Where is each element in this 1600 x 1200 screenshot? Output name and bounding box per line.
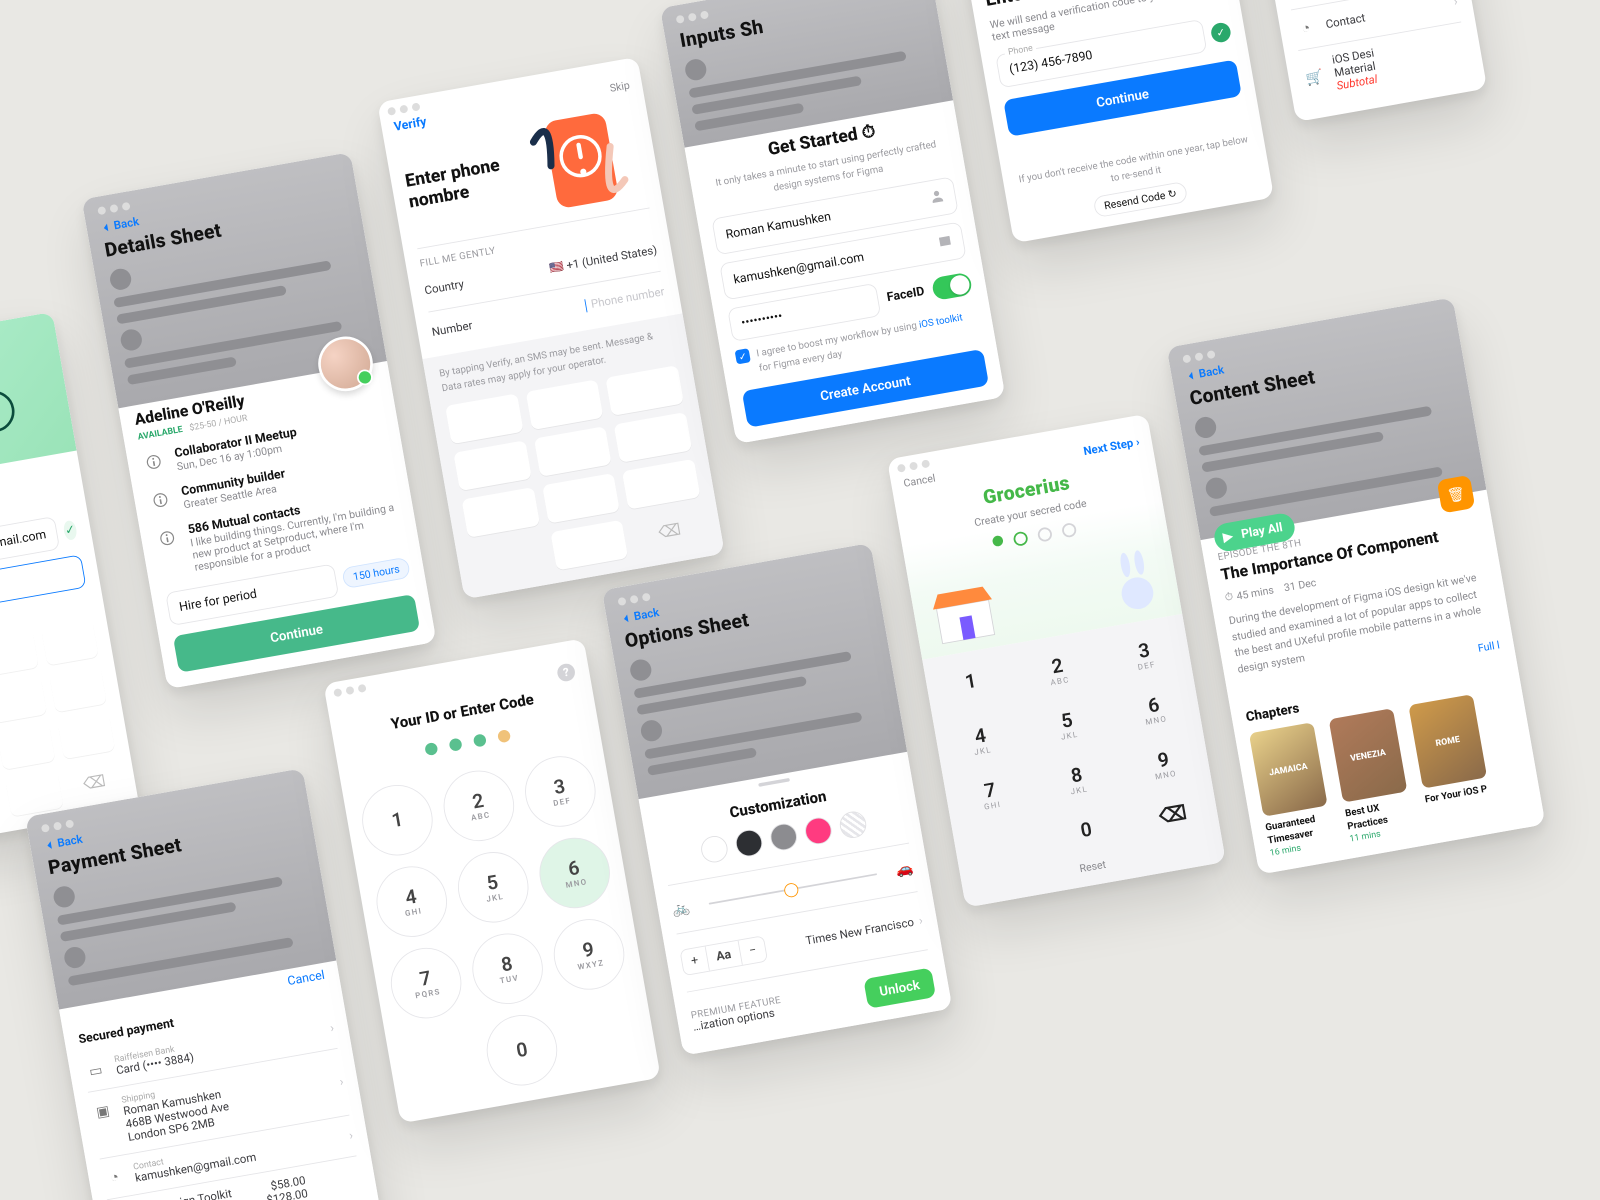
keypad-key[interactable]: [41, 619, 99, 666]
faceid-label: FaceID: [886, 284, 926, 304]
play-icon: ▶: [1222, 529, 1234, 545]
country-label: Country: [424, 278, 465, 298]
numpad-key[interactable]: 0: [481, 1009, 563, 1091]
back-button[interactable]: Back: [100, 215, 140, 235]
numpad-key[interactable]: 7PQRS: [385, 942, 467, 1024]
verify-link[interactable]: Verify: [393, 115, 428, 135]
keypad-key[interactable]: [0, 723, 55, 770]
chevron-left-icon: [620, 613, 631, 624]
shop-illustration: [922, 566, 1012, 649]
chapter-card[interactable]: JAMAICA Guaranteed Timesaver 16 mins: [1249, 721, 1342, 858]
hours-badge: 150 hours: [342, 557, 411, 589]
chevron-left-icon: [44, 840, 55, 851]
getstarted-card: Inputs Sh Get Started ⏱ It only takes a …: [660, 0, 1006, 444]
user-icon: ◔: [101, 1164, 128, 1191]
keypad-key[interactable]: [462, 487, 540, 538]
keypad-key[interactable]: [534, 426, 612, 477]
number-input[interactable]: Phone number: [584, 285, 666, 312]
mail-icon: [937, 233, 954, 253]
numpad-key[interactable]: 4GHI: [371, 861, 453, 943]
keypad-key[interactable]: [614, 412, 692, 463]
secured-card: Secured payment ▭Raiffeisen Bank› ▣Shipp…: [1255, 0, 1487, 122]
phone-valid-icon: ✓: [1210, 21, 1232, 43]
card-icon: ▭: [82, 1057, 109, 1084]
delete-button[interactable]: 🗑: [1437, 475, 1476, 514]
idcode-card: ? Your ID or Enter Code 12ABC3DEF4GHI5JK…: [323, 638, 660, 1123]
bike-illustration: [0, 345, 33, 453]
country-value[interactable]: 🇺🇸 +1 (United States): [549, 244, 658, 276]
payment-card: Back Payment Sheet Cancel Secured paymen…: [25, 768, 383, 1200]
bike-icon: 🚲: [671, 899, 691, 919]
details-card: Back Details Sheet Adeline O'Reilly AVAI…: [82, 152, 437, 689]
numpad-key[interactable]: 5JKL: [452, 847, 534, 929]
user-icon: [929, 188, 946, 208]
keypad-key[interactable]: [542, 473, 620, 524]
grocerius-card: Cancel Next Step › Grocerius Create your…: [887, 414, 1226, 908]
keypad-key[interactable]: [453, 440, 531, 491]
keypad-key[interactable]: [57, 712, 115, 759]
back-button[interactable]: Back: [620, 606, 660, 626]
back-button[interactable]: Back: [43, 833, 83, 853]
font-value[interactable]: Times New Francisco: [805, 916, 915, 948]
poster-label: JAMAICA: [1268, 762, 1308, 778]
back-button[interactable]: Back: [1185, 364, 1225, 384]
trash-icon: 🗑: [1446, 484, 1467, 504]
keypad-key[interactable]: [622, 459, 700, 510]
numpad-key[interactable]: 8TUV: [467, 928, 549, 1010]
faceid-toggle[interactable]: [931, 272, 973, 301]
chapter-card[interactable]: VENEZIA Best UX Practices 11 mins: [1329, 707, 1422, 844]
poster-label: VENEZIA: [1350, 748, 1387, 764]
phone-illustration: [511, 96, 659, 223]
skip-link[interactable]: Skip: [609, 79, 631, 96]
content-card: Back Content Sheet ▶ Play All 🗑 EPISODE …: [1167, 297, 1546, 874]
agree-link[interactable]: iOS toolkit: [918, 312, 963, 331]
grabber-icon[interactable]: [758, 778, 790, 787]
numpad-key[interactable]: 2ABC: [438, 765, 520, 847]
numpad-key[interactable]: 6MNO: [534, 832, 616, 914]
chapter-card[interactable]: ROME For Your iOS P: [1408, 693, 1501, 830]
email-valid-icon: ✓: [63, 520, 78, 541]
box-icon: ▣: [1285, 0, 1312, 1]
box-icon: ▣: [90, 1097, 117, 1124]
cancel-link[interactable]: Cancel: [903, 472, 937, 491]
cart-icon: 🛒: [1301, 64, 1328, 91]
agree-checkbox[interactable]: ✓: [735, 348, 751, 364]
car-icon: 🚗: [895, 859, 915, 879]
keypad-key[interactable]: [49, 665, 107, 712]
numpad-key[interactable]: 9WXYZ: [548, 914, 630, 996]
clock-icon: ⏱: [1224, 590, 1234, 604]
chevron-left-icon: [100, 222, 111, 233]
full-link[interactable]: Full l: [1477, 639, 1501, 655]
date: 31 Dec: [1283, 576, 1317, 594]
poster-label: ROME: [1435, 735, 1461, 749]
verify-card: Verify Skip Enter phone nombre: [377, 57, 725, 599]
number-label: Number: [431, 319, 474, 339]
backspace-icon[interactable]: ⌫: [65, 759, 123, 806]
backspace-icon[interactable]: ⌫: [630, 506, 708, 557]
verify-title: Enter phone nombre: [403, 152, 515, 212]
options-card: Back Options Sheet Customization 🚲: [602, 543, 953, 1056]
duration: ⏱45 mins: [1224, 583, 1275, 605]
info-icon: [140, 449, 167, 476]
keypad-key[interactable]: [606, 365, 684, 416]
unlock-button[interactable]: Unlock: [863, 967, 936, 1008]
keypad-key[interactable]: [525, 379, 603, 430]
slider-thumb[interactable]: [783, 882, 799, 898]
keypad-key[interactable]: [550, 520, 628, 571]
numpad-key[interactable]: 1: [357, 779, 439, 861]
bunny-illustration: [1103, 538, 1167, 616]
entercode-card: Enter code for verification We will send…: [959, 0, 1274, 243]
keypad-key[interactable]: [0, 629, 39, 676]
keypad-key[interactable]: [445, 394, 523, 445]
numpad-key[interactable]: 3DEF: [520, 751, 602, 833]
info-icon: [154, 525, 181, 552]
phone-field-label: Phone: [1004, 43, 1037, 58]
keypad-key[interactable]: [0, 676, 47, 723]
user-icon: ◔: [1293, 15, 1320, 42]
info-icon: [147, 487, 174, 514]
chevron-left-icon: [1185, 370, 1196, 381]
keypad-key[interactable]: [5, 769, 63, 816]
font-stepper[interactable]: +Aa−: [679, 935, 768, 976]
